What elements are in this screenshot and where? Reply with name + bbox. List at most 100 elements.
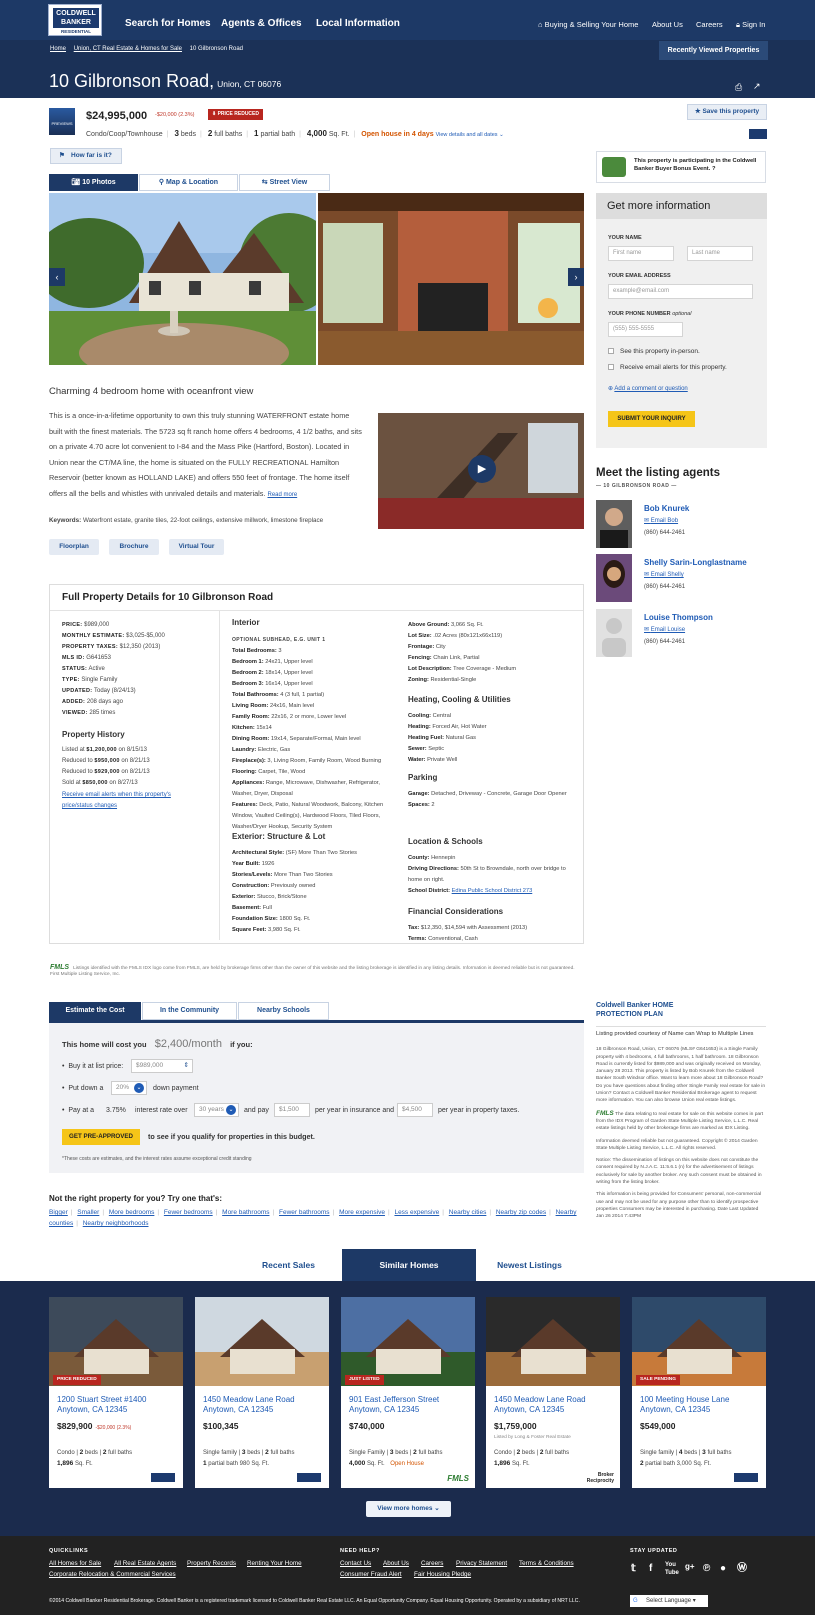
footer-link[interactable]: Contact Us bbox=[340, 1560, 371, 1568]
nav-buying-selling[interactable]: ⌂ Buying & Selling Your Home bbox=[538, 20, 638, 30]
price-alert-link[interactable]: Receive email alerts when this property'… bbox=[62, 790, 202, 812]
save-property-button[interactable]: ★ Save this property bbox=[687, 104, 767, 120]
listing-card[interactable]: 1450 Meadow Lane Road Anytown, CA 12345 $… bbox=[195, 1297, 329, 1488]
gallery-next-button[interactable]: › bbox=[568, 268, 584, 286]
brochure-button[interactable]: Brochure bbox=[109, 539, 159, 555]
listing-address[interactable]: 901 East Jefferson Street Anytown, CA 12… bbox=[349, 1395, 469, 1415]
email-input[interactable]: example@email.com bbox=[608, 284, 753, 299]
alternative-link[interactable]: Nearby zip codes bbox=[496, 1209, 546, 1216]
tab-nearby-schools[interactable]: Nearby Schools bbox=[238, 1002, 329, 1020]
tab-map-location[interactable]: ⚲ Map & Location bbox=[139, 174, 238, 191]
facebook-icon[interactable]: f bbox=[649, 1562, 652, 1575]
read-more-link[interactable]: Read more bbox=[267, 492, 297, 498]
nav-agents-offices[interactable]: Agents & Offices bbox=[221, 17, 302, 30]
interest-rate-input[interactable]: 3.75% bbox=[106, 1106, 126, 1115]
breadcrumb-home[interactable]: Home bbox=[50, 46, 66, 52]
nav-search-homes[interactable]: Search for Homes bbox=[125, 17, 211, 30]
footer-link[interactable]: Corporate Relocation & Commercial Servic… bbox=[49, 1571, 176, 1579]
alternative-link[interactable]: Fewer bedrooms bbox=[164, 1209, 213, 1216]
footer-link[interactable]: All Real Estate Agents bbox=[114, 1560, 176, 1568]
listing-card[interactable]: SALE PENDING 100 Meeting House Lane Anyto… bbox=[632, 1297, 766, 1488]
nav-about-us[interactable]: About Us bbox=[652, 20, 683, 30]
alternative-link[interactable]: More bedrooms bbox=[109, 1209, 155, 1216]
email-alerts-checkbox[interactable]: Receive email alerts for this property. bbox=[608, 364, 727, 372]
tab-street-view[interactable]: ⇆ Street View bbox=[239, 174, 330, 191]
alternative-link[interactable]: Less expensive bbox=[394, 1209, 439, 1216]
footer-link[interactable]: Renting Your Home bbox=[247, 1560, 302, 1568]
coldwell-banker-logo[interactable]: COLDWELL BANKER RESIDENTIAL BROKERAGE bbox=[48, 4, 102, 40]
footer-link[interactable]: Privacy Statement bbox=[456, 1560, 507, 1568]
view-more-homes-button[interactable]: View more homes ⌄ bbox=[366, 1501, 451, 1517]
tab-newest-listings[interactable]: Newest Listings bbox=[462, 1249, 597, 1281]
twitter-icon[interactable]: 𝕥 bbox=[631, 1562, 636, 1575]
email-agent-link[interactable]: ✉ Email Shelly bbox=[644, 572, 684, 580]
footer-link[interactable]: Fair Housing Pledge bbox=[414, 1571, 471, 1579]
email-agent-link[interactable]: ✉ Email Bob bbox=[644, 518, 678, 526]
alternative-link[interactable]: Bigger bbox=[49, 1209, 68, 1216]
language-select[interactable]: G Select Language ▾ bbox=[630, 1595, 708, 1607]
tab-recent-sales[interactable]: Recent Sales bbox=[221, 1249, 356, 1281]
insurance-input[interactable]: $1,500 bbox=[274, 1103, 310, 1117]
agent-name[interactable]: Bob Knurek bbox=[644, 504, 689, 514]
recently-viewed-button[interactable]: Recently Viewed Properties bbox=[659, 41, 768, 60]
help-icon[interactable]: ? bbox=[712, 166, 716, 172]
nav-sign-in[interactable]: 🔒︎ Sign In bbox=[736, 20, 765, 30]
alternative-link[interactable]: Fewer bathrooms bbox=[279, 1209, 330, 1216]
down-payment-select[interactable]: 20% ⌄ bbox=[111, 1081, 147, 1095]
alternative-link[interactable]: More expensive bbox=[339, 1209, 385, 1216]
add-comment-link[interactable]: ⊕ Add a comment or question bbox=[608, 386, 688, 394]
tab-photos[interactable]: 📷︎ 10 Photos bbox=[49, 174, 138, 191]
list-price-input[interactable]: $989,000 ⇕ bbox=[131, 1059, 193, 1073]
submit-inquiry-button[interactable]: SUBMIT YOUR INQUIRY bbox=[608, 411, 695, 427]
agent-name[interactable]: Shelly Sarin-Longlastname bbox=[644, 558, 747, 568]
photo-gallery[interactable] bbox=[49, 193, 584, 365]
listing-card[interactable]: JUST LISTED 901 East Jefferson Street Any… bbox=[341, 1297, 475, 1488]
loan-term-select[interactable]: 30 years ⌄ bbox=[194, 1103, 239, 1117]
footer-link[interactable]: All Homes for Sale bbox=[49, 1560, 101, 1568]
tab-community[interactable]: In the Community bbox=[142, 1002, 237, 1020]
see-in-person-checkbox[interactable]: See this property in-person. bbox=[608, 348, 700, 356]
alternative-link[interactable]: Nearby cities bbox=[449, 1209, 487, 1216]
share-icon[interactable]: ↗ bbox=[753, 81, 761, 93]
footer-link[interactable]: Terms & Conditions bbox=[519, 1560, 574, 1568]
tab-similar-homes[interactable]: Similar Homes bbox=[342, 1249, 476, 1281]
google-plus-icon[interactable]: g+ bbox=[685, 1562, 695, 1572]
listing-address[interactable]: 100 Meeting House Lane Anytown, CA 12345 bbox=[640, 1395, 760, 1415]
get-preapproved-button[interactable]: GET PRE-APPROVED bbox=[62, 1129, 140, 1145]
alternative-link[interactable]: More bathrooms bbox=[222, 1209, 269, 1216]
gallery-prev-button[interactable]: ‹ bbox=[49, 268, 65, 286]
tab-photos-label: 10 Photos bbox=[82, 179, 116, 186]
blogger-icon[interactable]: ● bbox=[720, 1562, 726, 1575]
location-row-value[interactable]: Edina Public School District 273 bbox=[452, 888, 533, 894]
phone-input[interactable]: (555) 555-5555 bbox=[608, 322, 683, 337]
virtual-tour-button[interactable]: Virtual Tour bbox=[169, 539, 224, 555]
floorplan-button[interactable]: Floorplan bbox=[49, 539, 99, 555]
footer-link[interactable]: Consumer Fraud Alert bbox=[340, 1571, 402, 1579]
property-tax-input[interactable]: $4,500 bbox=[397, 1103, 433, 1117]
last-name-input[interactable]: Last name bbox=[687, 246, 753, 261]
nav-careers[interactable]: Careers bbox=[696, 20, 723, 30]
nav-local-information[interactable]: Local Information bbox=[316, 17, 400, 30]
breadcrumb-union[interactable]: Union, CT Real Estate & Homes for Sale bbox=[74, 46, 182, 52]
listing-card[interactable]: 1450 Meadow Lane Road Anytown, CA 12345 $… bbox=[486, 1297, 620, 1488]
pinterest-icon[interactable]: ℗ bbox=[703, 1562, 710, 1575]
alternative-link[interactable]: Nearby neighborhoods bbox=[83, 1220, 149, 1227]
how-far-button[interactable]: ⚑ How far is it? bbox=[50, 148, 122, 164]
youtube-icon[interactable]: You Tube bbox=[665, 1562, 679, 1578]
listing-address[interactable]: 1450 Meadow Lane Road Anytown, CA 12345 bbox=[494, 1395, 614, 1415]
footer-link[interactable]: Careers bbox=[421, 1560, 443, 1568]
listing-address[interactable]: 1200 Stuart Street #1400 Anytown, CA 123… bbox=[57, 1395, 177, 1415]
footer-link[interactable]: Property Records bbox=[187, 1560, 236, 1568]
listing-address[interactable]: 1450 Meadow Lane Road Anytown, CA 12345 bbox=[203, 1395, 323, 1415]
listing-card[interactable]: PRICE REDUCED 1200 Stuart Street #1400 An… bbox=[49, 1297, 183, 1488]
footer-link[interactable]: About Us bbox=[383, 1560, 409, 1568]
alternative-link[interactable]: Smaller bbox=[77, 1209, 99, 1216]
email-agent-link[interactable]: ✉ Email Louise bbox=[644, 627, 685, 635]
first-name-input[interactable]: First name bbox=[608, 246, 674, 261]
view-details-link[interactable]: View details and all dates ⌄ bbox=[436, 132, 504, 138]
play-icon[interactable]: ▶ bbox=[468, 455, 496, 483]
wordpress-icon[interactable]: Ⓦ bbox=[737, 1562, 747, 1575]
agent-name[interactable]: Louise Thompson bbox=[644, 613, 713, 623]
print-icon[interactable]: ⎙ bbox=[735, 82, 742, 94]
tab-estimate-cost[interactable]: Estimate the Cost bbox=[49, 1002, 141, 1020]
